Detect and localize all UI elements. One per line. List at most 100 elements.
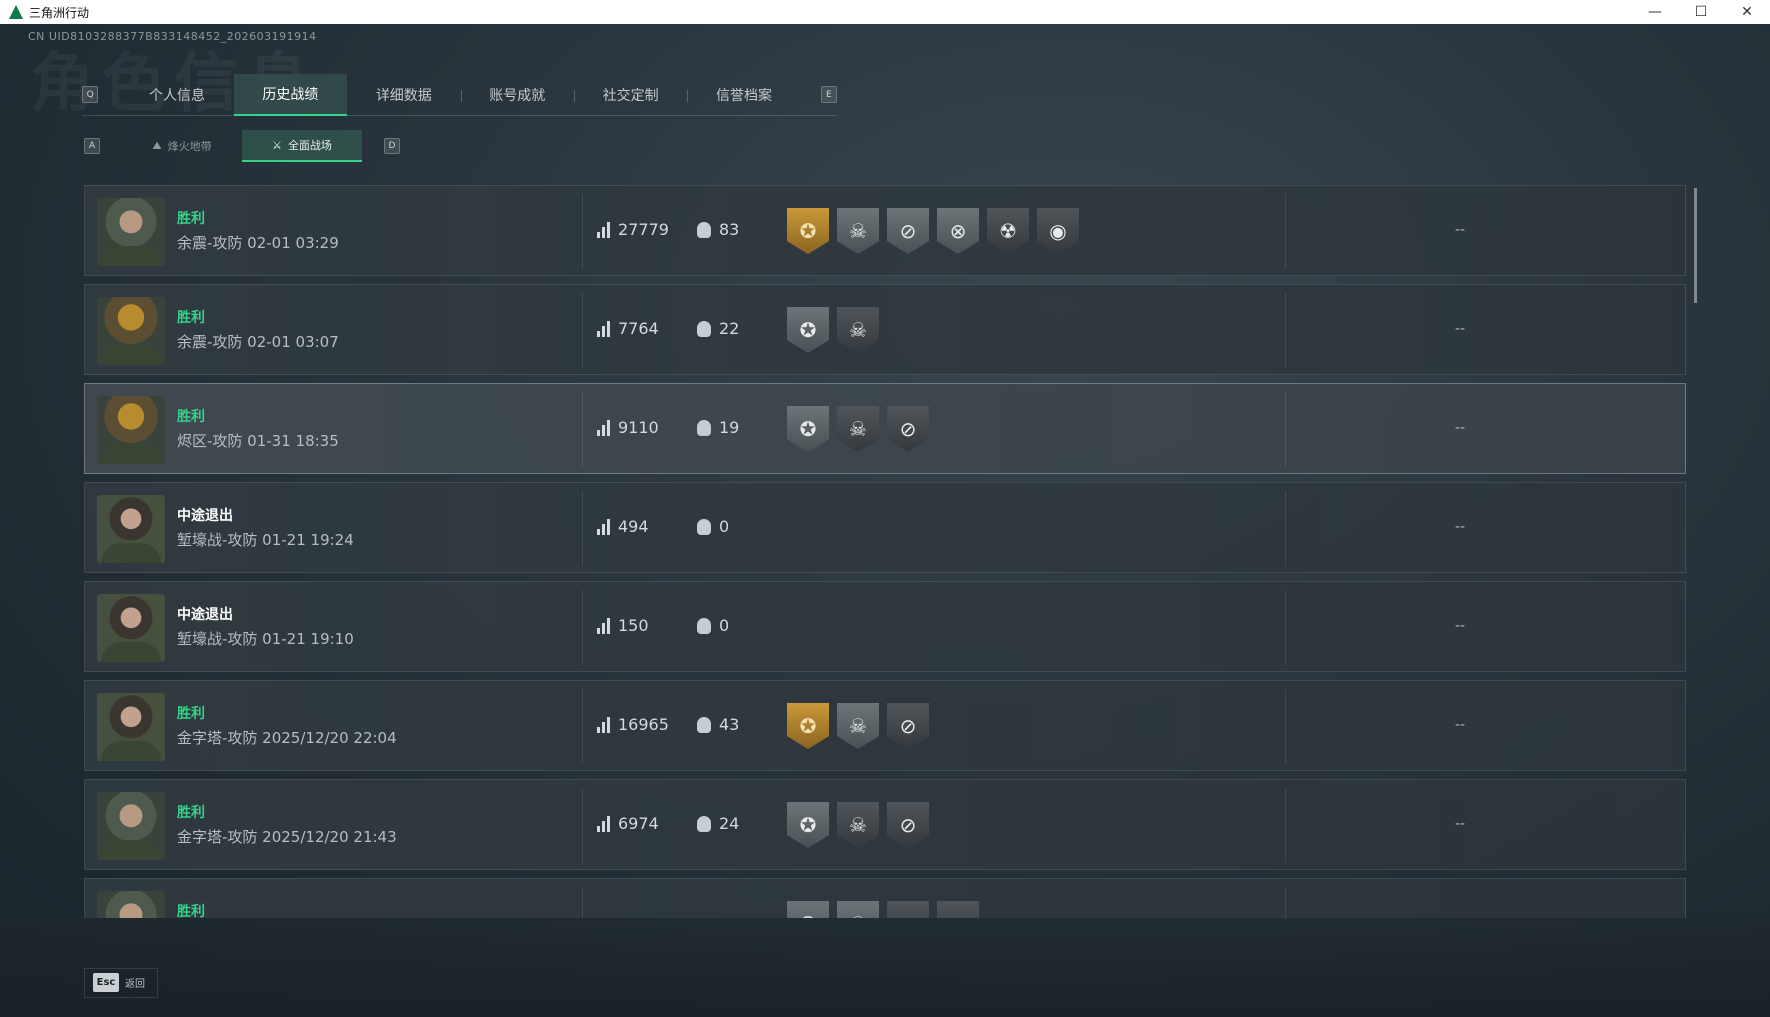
row-divider [1285,788,1286,863]
medal-badge-icon[interactable]: ☠ [837,901,879,918]
next-tab-key[interactable]: E [820,86,838,103]
medal-badge-icon[interactable]: ☢ [987,208,1029,254]
medal-badge-icon[interactable]: ◉ [1037,208,1079,254]
medal-badge-icon[interactable]: ✪ [787,406,829,452]
tab-personal-info[interactable]: 个人信息 [120,74,233,116]
score-value: 9110 [618,418,659,437]
back-button[interactable]: Esc 返回 [84,973,145,992]
prev-mode-key[interactable]: A [84,138,100,154]
medal-badge-icon[interactable]: ⊘ [887,208,929,254]
esc-key: Esc [93,973,119,992]
match-row[interactable]: 中途退出 堑壕战-攻防 01-21 19:24 494 0 -- [84,482,1686,573]
medal-badge-icon[interactable]: ☠ [837,406,879,452]
match-result: 中途退出 [177,607,233,623]
medal-badge-icon[interactable]: ✪ [787,307,829,353]
row-divider [1285,689,1286,764]
score-icon [597,518,610,535]
operator-avatar [97,297,165,365]
match-row[interactable]: 胜利 余震-攻防 02-01 03:07 7764 22 ✪ ☠ -- [84,284,1686,375]
match-extra: -- [1455,222,1466,238]
row-divider [1285,491,1286,566]
kills-value: 0 [719,616,730,635]
match-score: 9110 [597,418,659,437]
row-divider [1285,590,1286,665]
medal-badge-icon[interactable]: ⊘ [887,802,929,848]
medal-badge-icon[interactable]: ⊗ [937,208,979,254]
match-row[interactable]: 中途退出 堑壕战-攻防 01-21 19:10 150 0 -- [84,581,1686,672]
window-titlebar: 三角洲行动 — ☐ ✕ [0,0,1770,24]
match-extra: -- [1455,717,1466,733]
battlefield-icon: ⚔ [272,138,282,152]
medal-badge-icon[interactable]: ✪ [787,703,829,749]
operator-avatar [97,792,165,860]
skull-icon [697,716,711,733]
bottom-shade [0,918,1770,1017]
row-divider [582,887,583,918]
prev-tab-key[interactable]: Q [82,86,99,103]
row-divider [1285,392,1286,467]
match-result: 胜利 [177,211,205,227]
tab-history[interactable]: 历史战绩 [233,73,348,116]
kills-value: 19 [719,418,740,437]
match-map-time: 堑壕战-攻防 01-21 19:10 [177,630,354,648]
medal-badge-icon[interactable]: ☠ [837,307,879,353]
match-score: 7764 [597,319,659,338]
medal-badge-icon[interactable]: ☠ [837,703,879,749]
main-tabs: Q 个人信息 历史战绩 详细数据 账号成就 社交定制 信誉档案 E [82,73,838,116]
badge-list: ✪ ☠ [787,307,879,353]
match-row[interactable]: 胜利 余震-攻防 02-01 03:29 27779 83 ✪ ☠ ⊘ ⊗ ☢ ◉ -- [84,185,1686,276]
match-extra: -- [1455,420,1466,436]
match-row[interactable]: 胜利 烬区-攻防 01-31 18:35 9110 19 ✪ ☠ ⊘ -- [84,383,1686,474]
match-result: 胜利 [177,409,205,425]
medal-badge-icon[interactable]: ✪ [787,901,829,918]
match-extra: -- [1455,816,1466,832]
match-row[interactable]: 胜利 ✪ ☠ ⊘ ⊗ [84,878,1686,918]
next-mode-key[interactable]: D [384,138,400,154]
tab-detailed-data[interactable]: 详细数据 [347,74,460,116]
avatar-shoulder [101,642,161,662]
medal-badge-icon[interactable]: ⊘ [887,406,929,452]
subtab-battlefield[interactable]: ⚔ 全面战场 [242,130,362,162]
row-divider [582,788,583,863]
subtab-zone[interactable]: ⛰ 烽火地带 [122,130,242,162]
medal-badge-icon[interactable]: ⊘ [887,703,929,749]
match-extra: -- [1455,519,1466,535]
score-value: 6974 [618,814,659,833]
medal-badge-icon[interactable]: ☠ [837,208,879,254]
tab-achievements[interactable]: 账号成就 [460,74,574,116]
row-divider [582,392,583,467]
minimize-button[interactable]: — [1632,0,1678,24]
match-result: 中途退出 [177,508,233,524]
medal-badge-icon[interactable]: ⊘ [887,901,929,918]
operator-avatar [97,693,165,761]
skull-icon [697,419,711,436]
match-result: 胜利 [177,310,205,326]
match-score: 494 [597,517,649,536]
medal-badge-icon[interactable]: ✪ [787,802,829,848]
score-icon [597,617,610,634]
medal-badge-icon[interactable]: ⊗ [937,901,979,918]
score-value: 494 [618,517,649,536]
tab-social[interactable]: 社交定制 [573,74,687,116]
match-result: 胜利 [177,904,205,918]
match-kills: 0 [697,517,729,536]
kills-value: 0 [719,517,730,536]
row-divider [582,491,583,566]
match-row[interactable]: 胜利 金字塔-攻防 2025/12/20 21:43 6974 24 ✪ ☠ ⊘ -- [84,779,1686,870]
tab-credit[interactable]: 信誉档案 [687,74,800,116]
match-score: 150 [597,616,649,635]
match-row[interactable]: 胜利 金字塔-攻防 2025/12/20 22:04 16965 43 ✪ ☠ ⊘ -- [84,680,1686,771]
row-divider [1285,887,1286,918]
score-icon [597,716,610,733]
row-divider [582,293,583,368]
medal-badge-icon[interactable]: ☠ [837,802,879,848]
row-divider [582,590,583,665]
list-scrollbar[interactable] [1694,188,1697,303]
medal-badge-icon[interactable]: ✪ [787,208,829,254]
maximize-button[interactable]: ☐ [1678,0,1724,24]
match-map-time: 金字塔-攻防 2025/12/20 22:04 [177,729,397,747]
match-score: 6974 [597,814,659,833]
score-value: 27779 [618,220,669,239]
close-button[interactable]: ✕ [1724,0,1770,24]
match-score: 16965 [597,715,669,734]
